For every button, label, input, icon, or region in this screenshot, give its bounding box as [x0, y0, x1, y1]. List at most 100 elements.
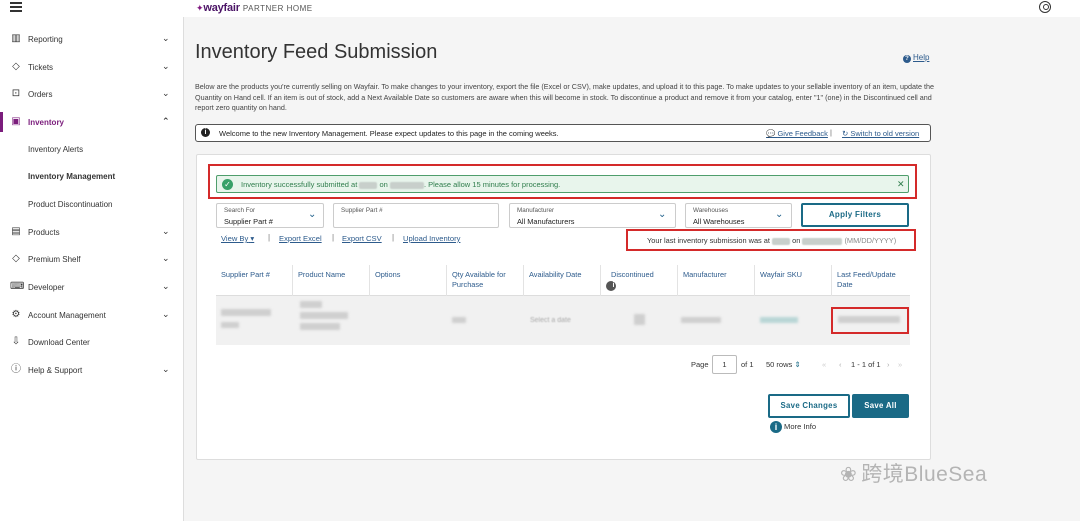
sidebar-item-label: Tickets: [28, 62, 54, 72]
tag-icon: ◇: [12, 253, 20, 264]
success-message: ✓ Inventory successfully submitted at on…: [216, 175, 909, 193]
last-feed-highlight-box: [831, 307, 909, 334]
next-page-icon[interactable]: ›: [887, 360, 890, 369]
check-icon: ✓: [222, 179, 233, 190]
download-icon: ⇩: [11, 336, 21, 347]
column-last-feed-date[interactable]: Last Feed/Update Date: [832, 265, 910, 296]
chevron-down-icon: ⌄: [162, 61, 170, 71]
sidebar-item-orders[interactable]: ⊡ Orders ⌄: [0, 84, 184, 104]
sidebar-item-label: Reporting: [28, 34, 63, 44]
more-info-link[interactable]: i More Info: [770, 421, 816, 433]
sidebar-item-reporting[interactable]: ▥ Reporting ⌄: [0, 29, 184, 49]
manufacturer-label: Manufacturer: [517, 207, 555, 214]
column-options[interactable]: Options: [370, 265, 447, 296]
close-icon[interactable]: ✕: [897, 179, 905, 190]
last-page-icon[interactable]: »: [898, 360, 902, 369]
redacted-date: [802, 237, 843, 245]
manufacturer-select[interactable]: Manufacturer All Manufacturers ⌄: [509, 203, 676, 228]
save-changes-button[interactable]: Save Changes: [768, 394, 850, 418]
give-feedback-link[interactable]: 💬 Give Feedback: [766, 129, 828, 138]
sidebar: ▥ Reporting ⌄ ◇ Tickets ⌄ ⊡ Orders ⌄ ▣ I…: [0, 17, 184, 521]
export-excel-link[interactable]: Export Excel: [279, 234, 322, 243]
redacted-discontinued[interactable]: [634, 314, 645, 325]
top-bar: ✦wayfair PARTNER HOME: [0, 0, 1080, 17]
search-for-label: Search For: [224, 207, 256, 214]
chevron-down-icon: ⌄: [162, 281, 170, 291]
warehouses-value: All Warehouses: [693, 217, 745, 226]
sidebar-item-developer[interactable]: ⌨ Developer ⌄: [0, 277, 184, 297]
column-availability-date[interactable]: Availability Date: [524, 265, 601, 296]
bag-icon: ⊡: [11, 88, 21, 99]
wayfair-logo[interactable]: ✦wayfair PARTNER HOME: [196, 2, 313, 14]
redacted-supplier-part: [221, 309, 271, 316]
column-discontinued[interactable]: Discontinued i: [601, 265, 678, 296]
info-icon: i: [770, 421, 782, 433]
redacted-wayfair-sku[interactable]: [760, 317, 798, 323]
switch-old-version-link[interactable]: ↻ Switch to old version: [842, 129, 919, 138]
export-csv-link[interactable]: Export CSV: [342, 234, 382, 243]
chevron-down-icon: ⌄: [658, 209, 667, 220]
sidebar-item-inventory[interactable]: ▣ Inventory ⌃: [0, 112, 184, 132]
chevron-down-icon: ⌄: [162, 364, 170, 374]
sort-icon: ⇕: [794, 360, 801, 369]
chevron-down-icon: ⌄: [308, 209, 317, 220]
switch-label: Switch to old version: [850, 129, 920, 138]
chevron-down-icon: ⌄: [162, 253, 170, 263]
sidebar-item-account-management[interactable]: ⚙ Account Management ⌄: [0, 305, 184, 325]
help-link[interactable]: ? Help: [903, 53, 929, 63]
redacted-product-name: [300, 323, 340, 330]
sidebar-subitem-inventory-alerts[interactable]: Inventory Alerts: [28, 145, 83, 154]
sidebar-subitem-product-discontinuation[interactable]: Product Discontinuation: [28, 200, 113, 209]
warehouses-select[interactable]: Warehouses All Warehouses ⌄: [685, 203, 792, 228]
manufacturer-value: All Manufacturers: [517, 217, 575, 226]
column-supplier-part[interactable]: Supplier Part #: [216, 265, 293, 296]
sidebar-item-label: Download Center: [28, 337, 90, 347]
apply-filters-button[interactable]: Apply Filters: [801, 203, 909, 227]
product-icon: ▤: [11, 226, 21, 237]
page-label: Page: [691, 360, 709, 369]
table-row[interactable]: Select a date: [216, 296, 910, 345]
supplier-part-input[interactable]: Supplier Part #: [333, 203, 499, 228]
action-separator: |: [332, 233, 335, 242]
sidebar-item-download-center[interactable]: ⇩ Download Center: [0, 332, 184, 352]
chevron-down-icon: ⌄: [162, 33, 170, 43]
sidebar-item-products[interactable]: ▤ Products ⌄: [0, 222, 184, 242]
first-page-icon[interactable]: «: [822, 360, 826, 369]
tag-icon: ◇: [12, 61, 20, 72]
page-number-input[interactable]: 1: [712, 355, 737, 374]
success-text: Inventory successfully submitted at on .…: [241, 180, 561, 189]
column-wayfair-sku[interactable]: Wayfair SKU: [755, 265, 832, 296]
prev-page-icon[interactable]: ‹: [839, 360, 842, 369]
sidebar-item-premium-shelf[interactable]: ◇ Premium Shelf ⌄: [0, 249, 184, 269]
upload-inventory-link[interactable]: Upload Inventory: [403, 234, 460, 243]
sidebar-item-label: Developer: [28, 282, 65, 292]
sidebar-subitem-inventory-management[interactable]: Inventory Management: [28, 172, 115, 181]
sidebar-item-label: Premium Shelf: [28, 254, 81, 264]
sidebar-item-tickets[interactable]: ◇ Tickets ⌄: [0, 57, 184, 77]
user-account-icon[interactable]: [1039, 1, 1051, 13]
search-for-select[interactable]: Search For Supplier Part # ⌄: [216, 203, 324, 228]
menu-icon[interactable]: [10, 2, 22, 12]
column-qty-available[interactable]: Qty Available for Purchase: [447, 265, 524, 296]
info-icon[interactable]: i: [606, 281, 616, 291]
sidebar-item-label: Inventory: [28, 117, 65, 127]
inventory-icon: ▣: [11, 116, 21, 127]
rows-per-page-select[interactable]: 50 rows ⇕: [766, 360, 801, 369]
chevron-up-icon: ⌃: [162, 116, 170, 126]
column-manufacturer[interactable]: Manufacturer: [678, 265, 755, 296]
sidebar-item-help-support[interactable]: ⓘ Help & Support ⌄: [0, 360, 184, 380]
save-all-button[interactable]: Save All: [852, 394, 909, 418]
page-total: of 1: [741, 360, 754, 369]
help-icon: ⓘ: [11, 364, 21, 375]
view-by-dropdown[interactable]: View By ▾: [221, 234, 254, 243]
notice-text: Welcome to the new Inventory Management.…: [219, 129, 559, 138]
redacted-qty: [452, 317, 466, 323]
column-product-name[interactable]: Product Name: [293, 265, 370, 296]
redacted-time: [772, 237, 791, 245]
view-by-label: View By: [221, 234, 249, 243]
redacted-supplier-part: [221, 322, 239, 328]
availability-date-picker[interactable]: Select a date: [530, 317, 571, 324]
action-separator: |: [392, 233, 395, 242]
new-version-notice: i Welcome to the new Inventory Managemen…: [195, 124, 931, 142]
chevron-down-icon: ⌄: [162, 88, 170, 98]
